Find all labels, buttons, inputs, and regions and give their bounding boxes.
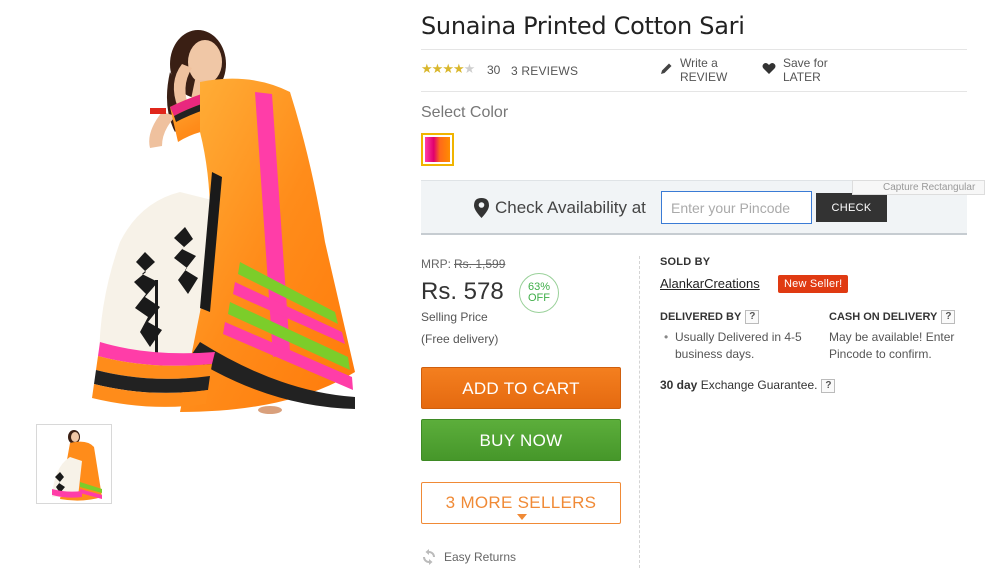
product-thumbnail[interactable] <box>36 424 112 504</box>
star-icon: ★ <box>431 61 444 76</box>
save-for-later-label: Save for LATER <box>783 56 828 84</box>
delivery-estimate-text: Usually Delivered in 4-5 business days. <box>675 330 802 361</box>
swatch-fill <box>425 137 450 162</box>
cash-on-delivery: CASH ON DELIVERY? <box>829 310 956 324</box>
product-title: Sunaina Printed Cotton Sari <box>421 12 745 40</box>
heart-icon <box>762 63 776 74</box>
write-review-button[interactable]: Write a REVIEW <box>660 56 740 84</box>
check-availability-label: Check Availability at <box>495 198 646 217</box>
easy-returns-label: Easy Returns <box>444 550 517 564</box>
star-icon: ★ <box>463 61 476 76</box>
delivery-estimate: • Usually Delivered in 4-5 business days… <box>664 329 824 363</box>
star-icon: ★ <box>442 61 454 76</box>
refresh-icon <box>423 549 435 565</box>
help-icon[interactable]: ? <box>821 379 836 393</box>
exchange-guarantee: 30 day Exchange Guarantee.? <box>660 378 836 393</box>
check-button[interactable]: CHECK <box>816 193 887 222</box>
seller-name-link[interactable]: AlankarCreations <box>660 276 760 291</box>
product-main-image[interactable] <box>50 12 355 417</box>
exchange-text: Exchange Guarantee. <box>700 378 818 392</box>
free-delivery-note: (Free delivery) <box>421 332 499 346</box>
select-color-label: Select Color <box>421 104 509 121</box>
rating-stars: ★★★★★ <box>421 61 476 77</box>
cod-text: May be available! Enter Pincode to confi… <box>829 330 955 361</box>
discount-badge: 63% OFF <box>519 273 559 313</box>
rating-count: 30 <box>487 63 501 77</box>
discount-off: OFF <box>528 292 550 304</box>
mrp-value: Rs. 1,599 <box>454 257 506 271</box>
mrp: MRP: Rs. 1,599 <box>421 257 505 271</box>
cod-label: CASH ON DELIVERY <box>829 311 938 323</box>
check-availability: Check Availability at <box>474 198 646 218</box>
add-to-cart-button[interactable]: ADD TO CART <box>421 367 621 409</box>
write-review-label: Write a REVIEW <box>680 56 728 84</box>
bullet-icon: • <box>664 330 669 344</box>
column-divider <box>639 256 640 568</box>
more-sellers-button[interactable]: 3 MORE SELLERS <box>421 482 621 524</box>
more-sellers-label: 3 MORE SELLERS <box>445 493 597 512</box>
help-icon[interactable]: ? <box>745 310 760 324</box>
caret-down-icon <box>517 514 527 520</box>
thumbnail-image <box>52 430 102 501</box>
new-seller-badge: New Seller! <box>778 275 849 293</box>
sold-by-label: SOLD BY <box>660 256 711 268</box>
selling-price: Rs. 578 <box>421 278 504 305</box>
pencil-icon <box>661 63 672 74</box>
pincode-input[interactable] <box>661 191 812 224</box>
star-icon: ★ <box>421 61 433 76</box>
reviews-link[interactable]: 3 REVIEWS <box>511 64 578 78</box>
delivered-by: DELIVERED BY? <box>660 310 760 324</box>
color-swatch-selected[interactable] <box>421 133 454 166</box>
exchange-days: 30 day <box>660 378 698 392</box>
location-pin-icon <box>474 198 489 218</box>
star-icon: ★ <box>452 61 465 76</box>
title-divider <box>421 49 967 50</box>
buy-now-button[interactable]: BUY NOW <box>421 419 621 461</box>
selling-price-label: Selling Price <box>421 310 488 324</box>
capture-overlay-tag: Capture Rectangular <box>852 180 985 195</box>
mrp-label: MRP: <box>421 257 451 271</box>
easy-returns: Easy Returns <box>421 549 516 565</box>
delivered-by-label: DELIVERED BY <box>660 311 742 323</box>
help-icon[interactable]: ? <box>941 310 956 324</box>
save-for-later-button[interactable]: Save for LATER <box>762 56 833 84</box>
ratings-divider <box>421 91 967 92</box>
